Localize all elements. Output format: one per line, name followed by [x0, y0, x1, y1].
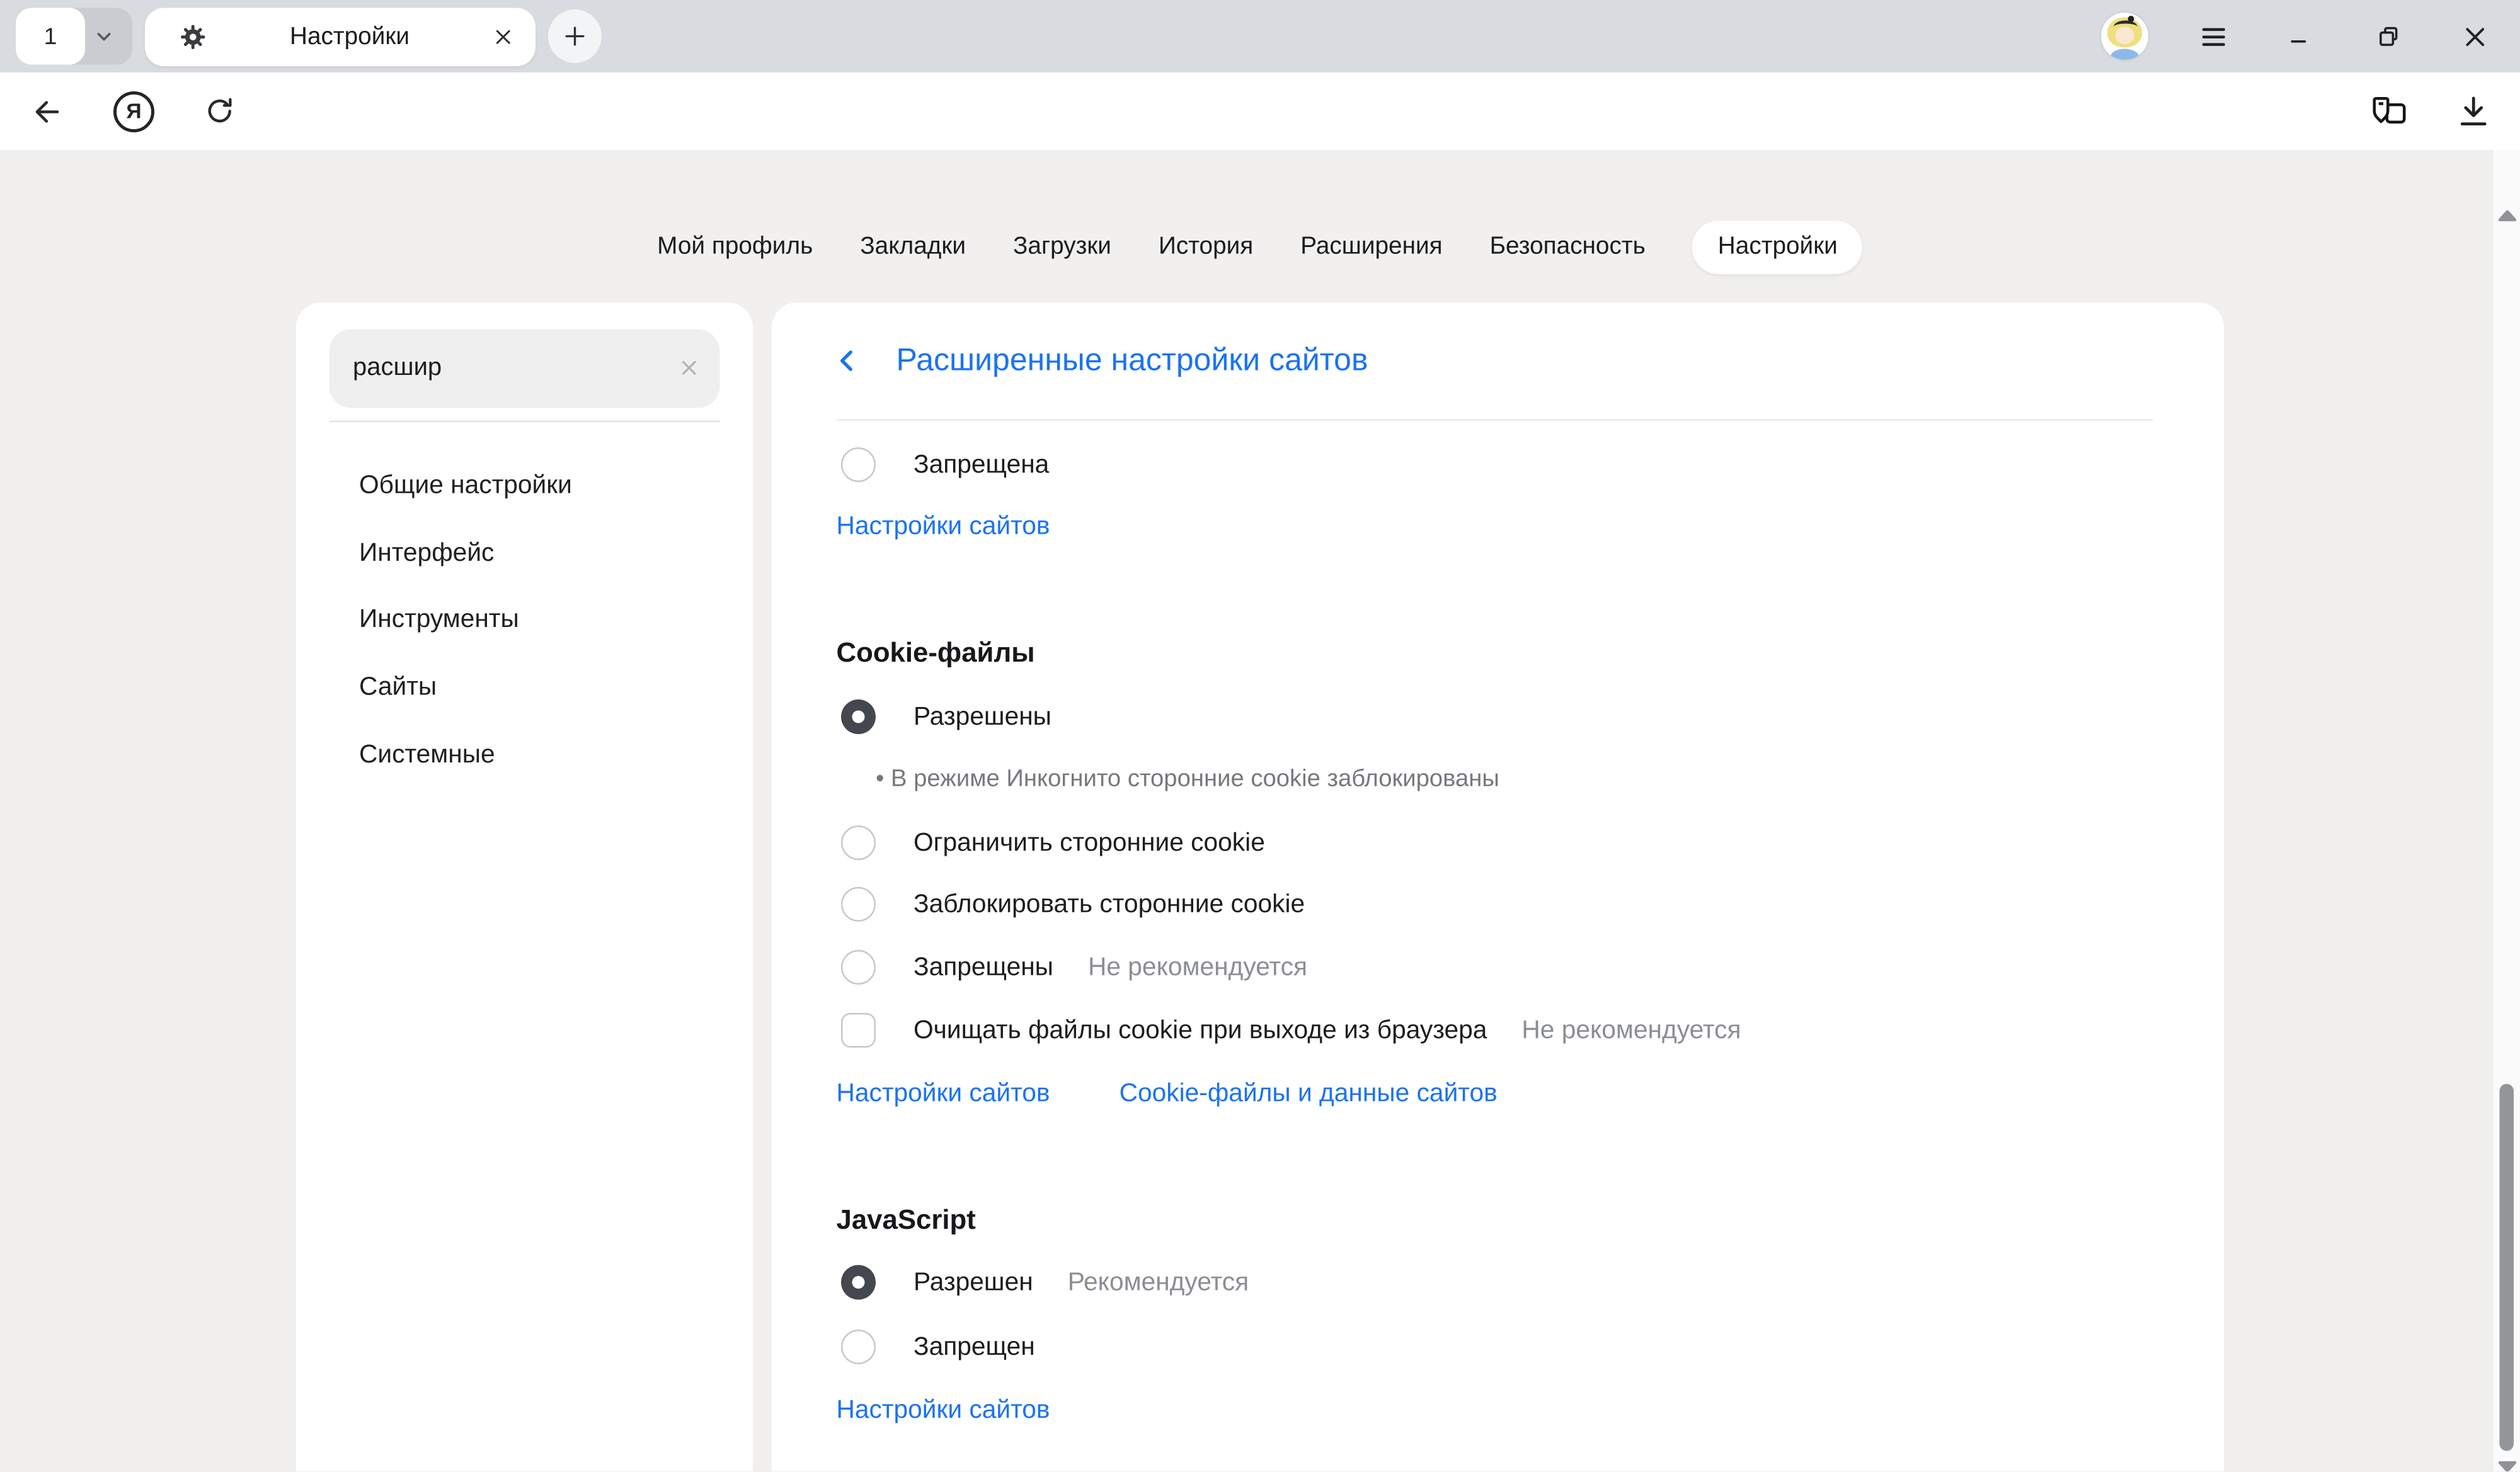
nav-tab-bookmarks[interactable]: Закладки: [860, 220, 966, 273]
reload-button[interactable]: [191, 72, 248, 150]
tab-count-badge[interactable]: 1: [16, 8, 85, 65]
radio-label: Заблокировать сторонние cookie: [914, 889, 1305, 919]
site-settings-link[interactable]: Настройки сайтов: [837, 1395, 1050, 1425]
scrollbar-thumb[interactable]: [2500, 1084, 2514, 1451]
nav-tab-downloads[interactable]: Загрузки: [1013, 220, 1111, 273]
downloads-button[interactable]: [2444, 72, 2501, 150]
settings-search-input[interactable]: [329, 330, 720, 408]
avatar-bow: [2128, 15, 2134, 21]
profile-avatar[interactable]: [2101, 13, 2148, 60]
section-title[interactable]: Расширенные настройки сайтов: [896, 343, 1368, 379]
tab-bar: 1: [0, 0, 2520, 72]
checkbox-row: Очищать файлы cookie при выходе из брауз…: [841, 1008, 1741, 1052]
cookies-heading: Cookie-файлы: [837, 636, 1035, 669]
checkbox-label: Очищать файлы cookie при выходе из брауз…: [914, 1015, 1487, 1045]
chevron-down-icon[interactable]: [93, 25, 115, 47]
radio-cookies-forbidden[interactable]: [841, 950, 876, 985]
tab-counter[interactable]: 1: [16, 8, 132, 65]
radio-js-allowed[interactable]: [841, 1265, 876, 1300]
radio-label: Разрешены: [914, 702, 1051, 732]
radio-row: Заблокировать сторонние cookie: [841, 882, 1305, 926]
browser-window: 1: [0, 0, 2520, 1472]
window-close-button[interactable]: [2451, 13, 2498, 60]
yandex-logo-button[interactable]: Я: [106, 72, 163, 150]
browser-toolbar: Я Y settings Настройки: [0, 72, 2520, 150]
tab-close-icon[interactable]: [493, 27, 514, 48]
tab-settings[interactable]: Настройки: [145, 8, 536, 67]
sidebar-item-sites[interactable]: Сайты: [359, 665, 437, 709]
radio-row: Ограничить сторонние cookie: [841, 821, 1265, 865]
note-row: • В режиме Инкогнито сторонние cookie за…: [876, 758, 1499, 802]
sidebar-divider: [329, 421, 720, 423]
site-settings-link[interactable]: Настройки сайтов: [837, 1078, 1050, 1108]
settings-sidebar: Общие настройки Интерфейс Инструменты Са…: [296, 302, 753, 1472]
header-divider: [837, 419, 2153, 421]
sidebar-item-interface[interactable]: Интерфейс: [359, 531, 494, 575]
window-restore-button[interactable]: [2364, 13, 2412, 60]
javascript-heading: JavaScript: [837, 1203, 976, 1236]
sidebar-item-system[interactable]: Системные: [359, 733, 495, 777]
passwords-cards-button[interactable]: [2361, 72, 2418, 150]
yandex-logo-icon: Я: [113, 91, 154, 132]
radio-row: Запрещены Не рекомендуется: [841, 945, 1307, 989]
radio-row: Запрещена: [841, 443, 1049, 487]
radio-label: Запрещен: [914, 1332, 1035, 1362]
back-button[interactable]: [19, 72, 76, 150]
radio-row: Разрешены: [841, 695, 1051, 739]
radio-label: Ограничить сторонние cookie: [914, 828, 1265, 858]
incognito-note: • В режиме Инкогнито сторонние cookie за…: [876, 766, 1499, 794]
radio-zapreschena[interactable]: [841, 447, 876, 482]
nav-tab-profile[interactable]: Мой профиль: [657, 220, 813, 273]
page-scrollbar[interactable]: [2492, 150, 2520, 1472]
nav-tab-security[interactable]: Безопасность: [1490, 220, 1646, 273]
link-row: Настройки сайтов: [837, 504, 1050, 548]
radio-js-forbidden[interactable]: [841, 1330, 876, 1364]
scroll-up-icon[interactable]: [2497, 207, 2519, 224]
nav-tab-history[interactable]: История: [1159, 220, 1253, 273]
radio-cookies-limit-thirdparty[interactable]: [841, 825, 876, 860]
radio-cookies-block-thirdparty[interactable]: [841, 887, 876, 922]
gear-favicon-icon: [180, 24, 207, 51]
clear-cookies-on-exit-checkbox[interactable]: [841, 1013, 876, 1048]
radio-row: Запрещен: [841, 1325, 1035, 1369]
new-tab-button[interactable]: [548, 9, 602, 63]
advanced-site-settings-panel: Расширенные настройки сайтов Запрещена Н…: [772, 302, 2224, 1472]
javascript-heading-row: JavaScript: [837, 1197, 976, 1241]
not-recommended-hint: Не рекомендуется: [1088, 952, 1307, 982]
radio-row: Разрешен Рекомендуется: [841, 1260, 1249, 1304]
window-minimize-button[interactable]: [2276, 13, 2323, 60]
not-recommended-hint: Не рекомендуется: [1521, 1015, 1741, 1045]
menu-button[interactable]: [2189, 13, 2236, 60]
radio-label: Запрещены: [914, 952, 1053, 982]
cookies-and-site-data-link[interactable]: Cookie-файлы и данные сайтов: [1120, 1078, 1498, 1108]
settings-nav: Мой профиль Закладки Загрузки История Ра…: [657, 217, 1863, 276]
page-header[interactable]: Расширенные настройки сайтов: [832, 339, 1368, 383]
avatar-dress: [2110, 49, 2139, 60]
sidebar-item-tools[interactable]: Инструменты: [359, 597, 519, 641]
recommended-hint: Рекомендуется: [1068, 1267, 1249, 1297]
cookies-heading-row: Cookie-файлы: [837, 630, 1035, 674]
cookies-links-row: Настройки сайтов Cookie-файлы и данные с…: [837, 1071, 1498, 1115]
radio-label: Разрешен: [914, 1267, 1033, 1297]
site-settings-link[interactable]: Настройки сайтов: [837, 511, 1050, 541]
back-chevron-icon[interactable]: [832, 345, 863, 377]
clear-search-icon[interactable]: [677, 356, 701, 380]
tab-title: Настройки: [207, 23, 493, 51]
sidebar-item-general[interactable]: Общие настройки: [359, 463, 572, 507]
nav-tab-extensions[interactable]: Расширения: [1300, 220, 1442, 273]
settings-page: Мой профиль Закладки Загрузки История Ра…: [0, 150, 2520, 1472]
radio-cookies-allowed[interactable]: [841, 699, 876, 734]
scroll-down-icon[interactable]: [2497, 1459, 2519, 1472]
nav-tab-settings[interactable]: Настройки: [1693, 220, 1863, 273]
radio-label: Запрещена: [914, 450, 1049, 480]
js-link-row: Настройки сайтов: [837, 1388, 1050, 1432]
